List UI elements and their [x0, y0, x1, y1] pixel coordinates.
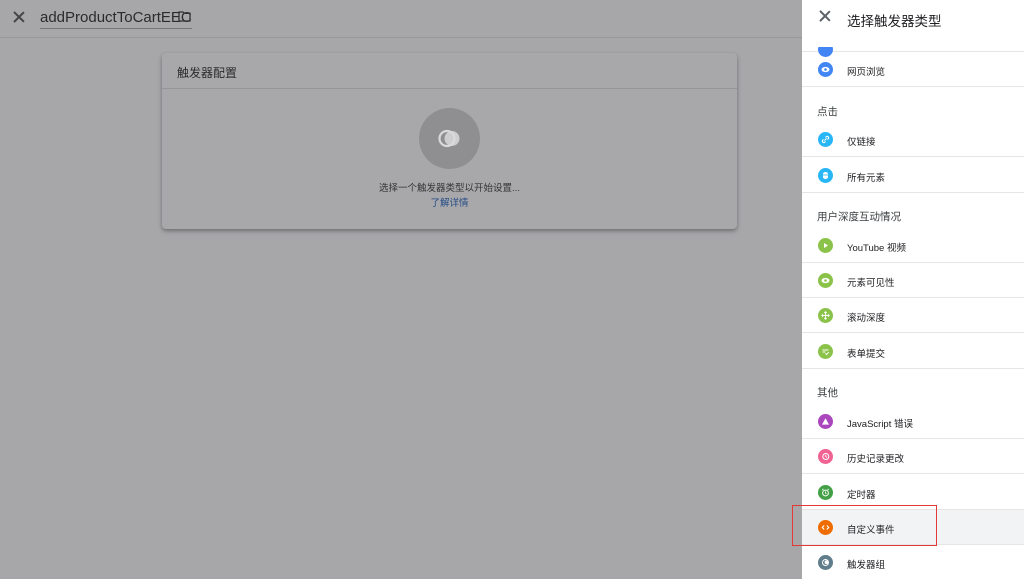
trigger-name-field[interactable]: addProductToCartEEC — [40, 9, 192, 29]
trigger-editor-backdrop: addProductToCartEEC 触发器配置 选择一个触发器类型以开始设置… — [0, 0, 802, 579]
history-icon — [818, 449, 833, 464]
trigger-type-label: 触发器组 — [847, 560, 886, 571]
close-editor-icon[interactable] — [10, 8, 28, 26]
trigger-type-label: 滚动深度 — [847, 313, 886, 324]
trigger-type-form-submission[interactable]: 表单提交 — [802, 334, 1024, 369]
divider — [162, 88, 737, 89]
trigger-config-card[interactable]: 触发器配置 选择一个触发器类型以开始设置... 了解详情 — [162, 53, 737, 229]
trigger-type-scroll-depth[interactable]: 滚动深度 — [802, 298, 1024, 333]
section-other: 其他 — [817, 387, 838, 399]
trigger-type-timer[interactable]: 定时器 — [802, 475, 1024, 510]
form-icon — [818, 344, 833, 359]
trigger-type-scrolled-item[interactable] — [802, 17, 1024, 57]
trigger-type-all-elements[interactable]: 所有元素 — [802, 158, 1024, 193]
code-brackets-icon — [818, 520, 833, 535]
learn-more-link[interactable]: 了解详情 — [162, 195, 737, 209]
trigger-type-label: 自定义事件 — [847, 525, 895, 536]
trigger-type-label: 所有元素 — [847, 173, 886, 184]
trigger-type-label: 仅链接 — [847, 137, 876, 148]
alarm-clock-icon — [818, 485, 833, 500]
arrows-move-icon — [818, 308, 833, 323]
trigger-type-label: 网页浏览 — [847, 67, 886, 78]
config-card-title: 触发器配置 — [177, 66, 238, 80]
cursor-click-icon — [818, 168, 833, 183]
trigger-type-history-change[interactable]: 历史记录更改 — [802, 439, 1024, 474]
trigger-type-panel: 选择触发器类型 网页浏览 点击 仅链接 所有元素 用户深度互动情况 YouTub… — [802, 0, 1024, 579]
trigger-type-label: 历史记录更改 — [847, 454, 905, 465]
link-icon — [818, 132, 833, 147]
config-hint-text: 选择一个触发器类型以开始设置... — [379, 183, 520, 194]
trigger-type-youtube[interactable]: YouTube 视频 — [802, 228, 1024, 263]
warning-icon — [818, 414, 833, 429]
folder-icon[interactable] — [178, 11, 191, 22]
section-engagement: 用户深度互动情况 — [817, 211, 901, 223]
trigger-type-label: JavaScript 错误 — [847, 419, 913, 430]
trigger-type-js-error[interactable]: JavaScript 错误 — [802, 404, 1024, 439]
trigger-type-custom-event[interactable]: 自定义事件 — [802, 510, 1024, 545]
editor-header: addProductToCartEEC — [0, 0, 802, 38]
trigger-type-trigger-group[interactable]: 触发器组 — [802, 545, 1024, 579]
eye-icon — [818, 62, 833, 77]
trigger-type-element-visibility[interactable]: 元素可见性 — [802, 263, 1024, 298]
trigger-group-icon — [818, 555, 833, 570]
play-icon — [818, 238, 833, 253]
trigger-type-label: YouTube 视频 — [847, 243, 906, 254]
trigger-type-label: 定时器 — [847, 490, 876, 501]
trigger-type-pageview[interactable]: 网页浏览 — [802, 52, 1024, 87]
eye-icon — [818, 273, 833, 288]
trigger-placeholder-icon — [419, 108, 480, 169]
section-click: 点击 — [817, 106, 838, 118]
trigger-type-label: 表单提交 — [847, 349, 886, 360]
trigger-type-label: 元素可见性 — [847, 278, 895, 289]
trigger-type-just-links[interactable]: 仅链接 — [802, 122, 1024, 157]
